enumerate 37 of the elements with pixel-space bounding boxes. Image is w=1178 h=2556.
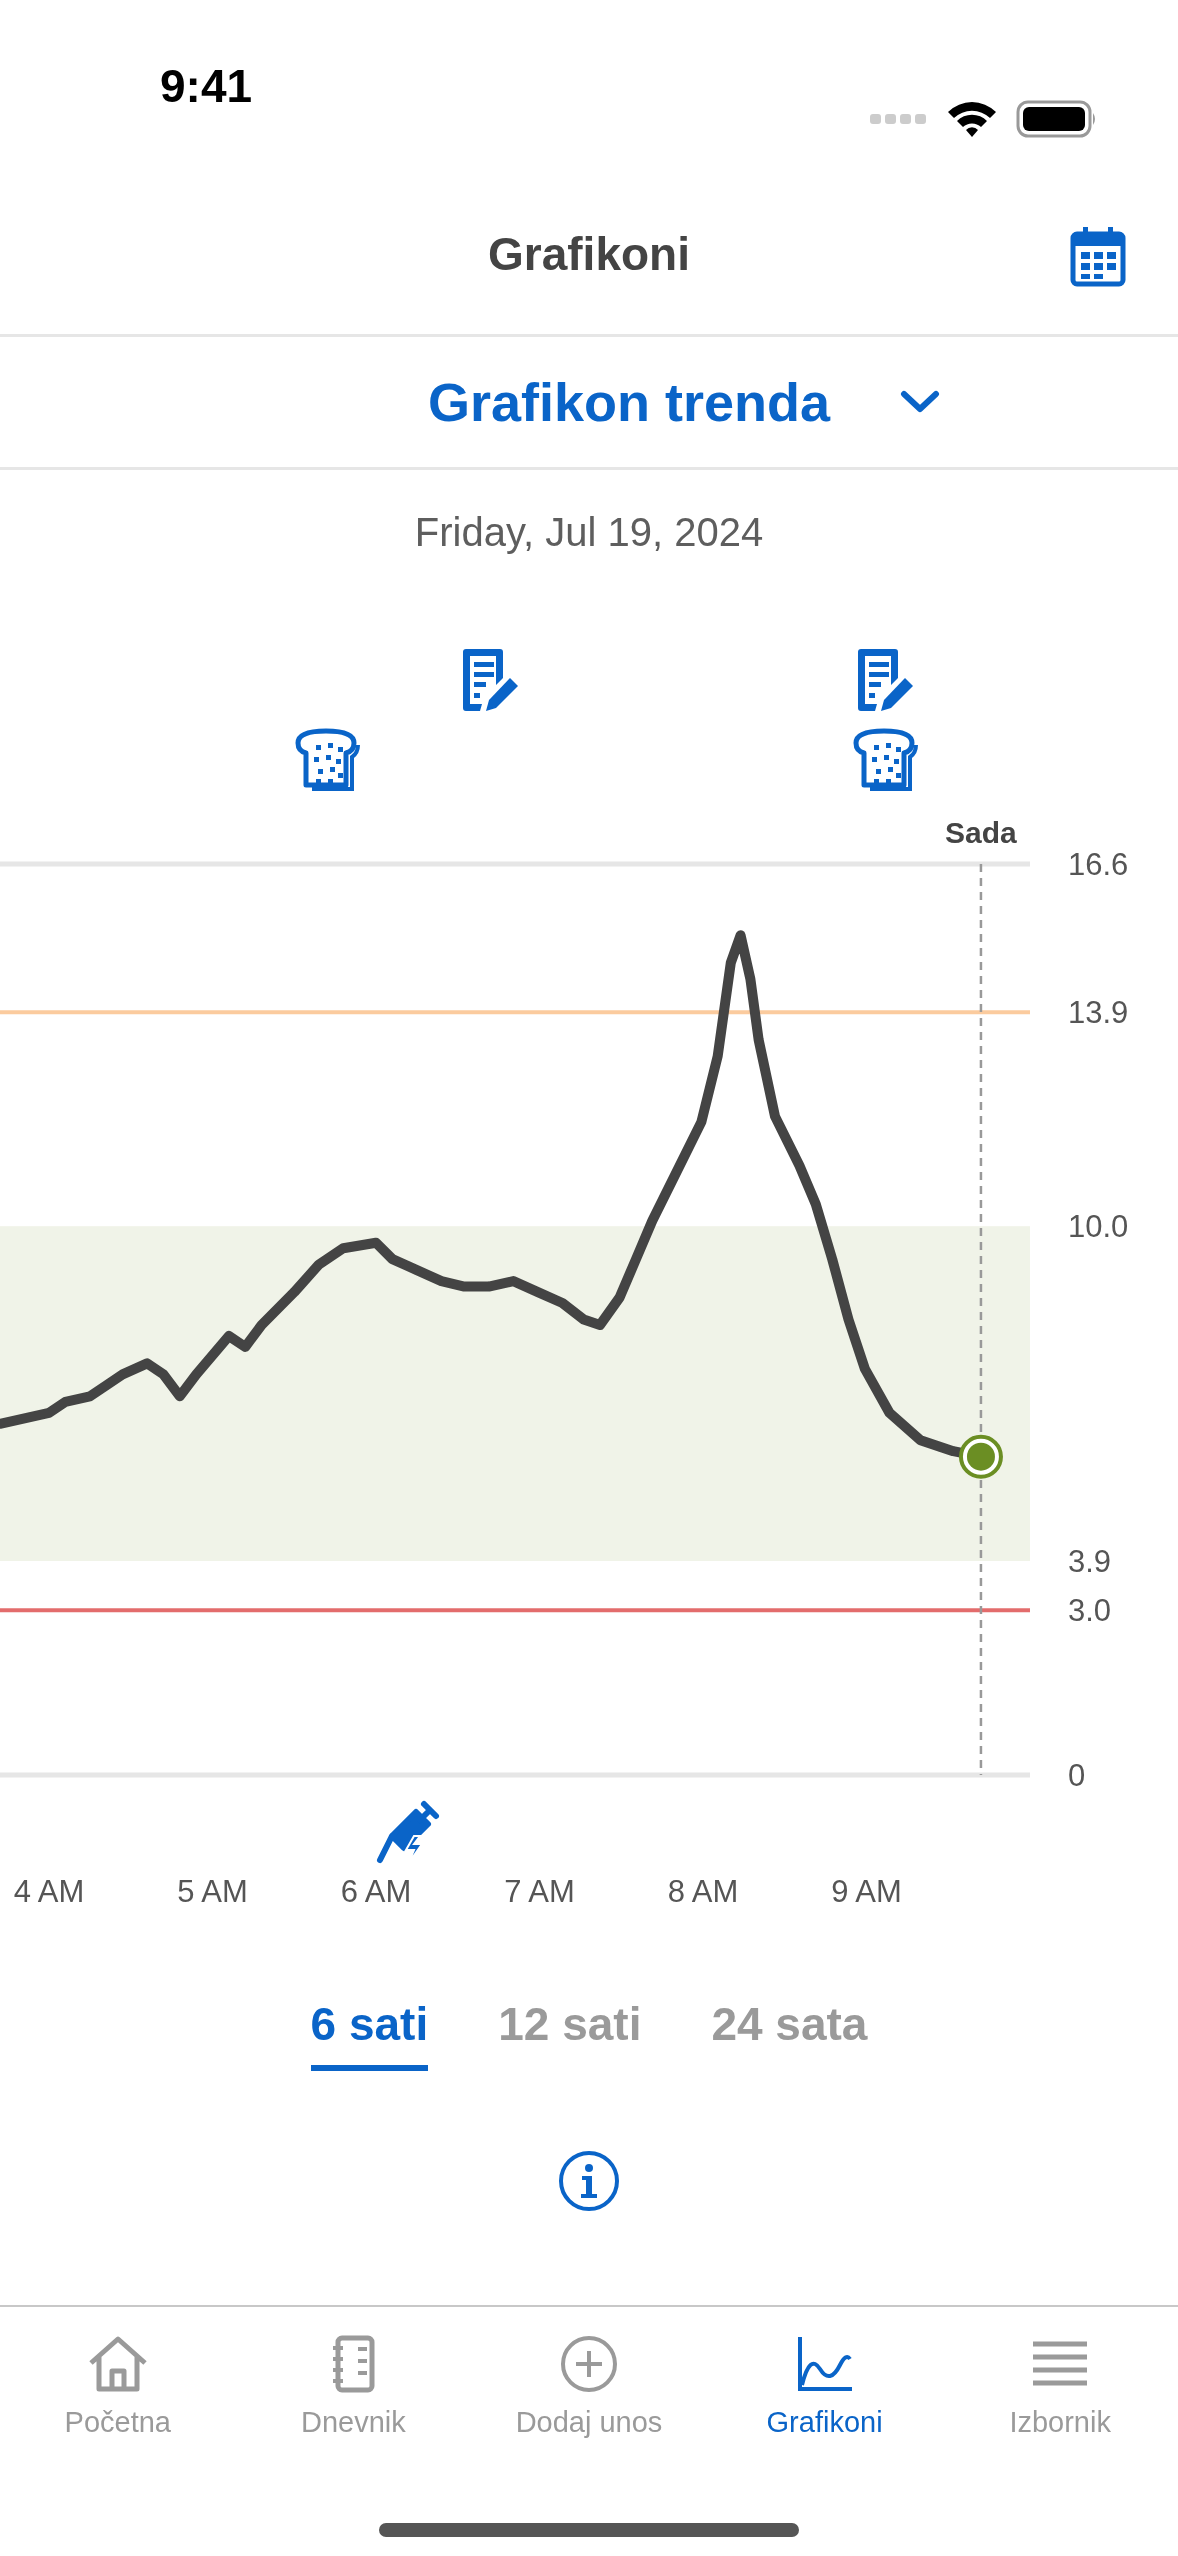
tab-bar-item[interactable]: Dnevnik bbox=[235, 2307, 472, 2485]
x-axis-label: 9 AM bbox=[831, 1874, 902, 1909]
note-icon[interactable] bbox=[463, 649, 518, 711]
x-axis-label: 7 AM bbox=[504, 1874, 575, 1909]
y-axis-label: 10.0 bbox=[1068, 1209, 1129, 1245]
bread-icon[interactable] bbox=[853, 728, 918, 791]
time-range-tab[interactable]: 12 sati bbox=[498, 1990, 642, 2071]
signal-icon bbox=[870, 112, 928, 125]
battery-icon bbox=[1016, 99, 1098, 138]
plus-circle-icon bbox=[558, 2335, 620, 2393]
now-label: Sada bbox=[945, 816, 1017, 849]
note-icon[interactable] bbox=[858, 649, 913, 711]
tab-bar-item[interactable]: Početna bbox=[0, 2307, 236, 2485]
y-axis-label: 0 bbox=[1068, 1758, 1086, 1793]
time-range-tab[interactable]: 24 sata bbox=[711, 1990, 868, 2071]
y-axis-label: 3.9 bbox=[1068, 1543, 1112, 1579]
screen-title: Grafikoni bbox=[488, 227, 690, 282]
x-axis-label: 4 AM bbox=[13, 1874, 85, 1909]
bread-icon[interactable] bbox=[295, 728, 360, 791]
y-axis-label: 3.0 bbox=[1068, 1593, 1112, 1629]
x-axis-label: 8 AM bbox=[667, 1874, 739, 1909]
status-time: 9:41 bbox=[160, 59, 253, 114]
y-axis-label: 13.9 bbox=[1068, 995, 1129, 1031]
tab-bar-item[interactable]: Grafikoni bbox=[706, 2307, 943, 2485]
syringe-icon[interactable] bbox=[377, 1801, 439, 1865]
calendar-button[interactable] bbox=[1070, 225, 1126, 287]
info-button[interactable] bbox=[558, 2150, 620, 2212]
tab-bar-item[interactable]: Izbornik bbox=[942, 2307, 1178, 2485]
time-range-tab[interactable]: 6 sati bbox=[310, 1990, 429, 2071]
wifi-icon bbox=[946, 99, 998, 138]
chevron-down-icon bbox=[900, 390, 941, 414]
date-label: Friday, Jul 19, 2024 bbox=[414, 510, 764, 554]
x-axis-label: 5 AM bbox=[177, 1874, 248, 1909]
chart-type-dropdown[interactable]: Grafikon trenda bbox=[427, 361, 941, 443]
x-axis-label: 6 AM bbox=[340, 1874, 412, 1909]
y-axis-label: 16.6 bbox=[1068, 847, 1129, 882]
tab-bar-item[interactable]: Dodaj unos bbox=[471, 2307, 707, 2485]
